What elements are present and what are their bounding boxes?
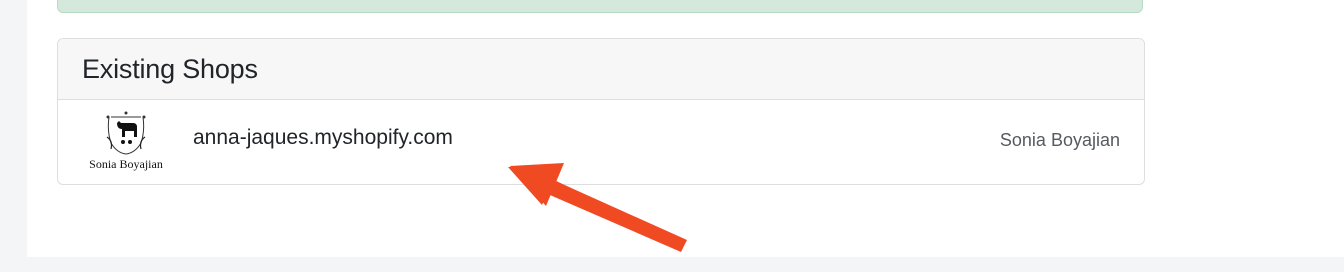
success-alert (57, 0, 1143, 13)
shop-list-item[interactable]: Sonia Boyajian anna-jaques.myshopify.com… (58, 100, 1144, 184)
shop-domain-link[interactable]: anna-jaques.myshopify.com (193, 126, 1000, 150)
shop-logo-text: Sonia Boyajian (89, 157, 163, 171)
shop-logo: Sonia Boyajian (81, 111, 171, 173)
card-header: Existing Shops (58, 39, 1144, 100)
existing-shops-card: Existing Shops Sonia Boyajian anna-jaque… (57, 38, 1145, 185)
shop-crest-icon (106, 111, 146, 155)
shop-owner-name: Sonia Boyajian (999, 129, 1120, 150)
card-title: Existing Shops (82, 53, 258, 84)
